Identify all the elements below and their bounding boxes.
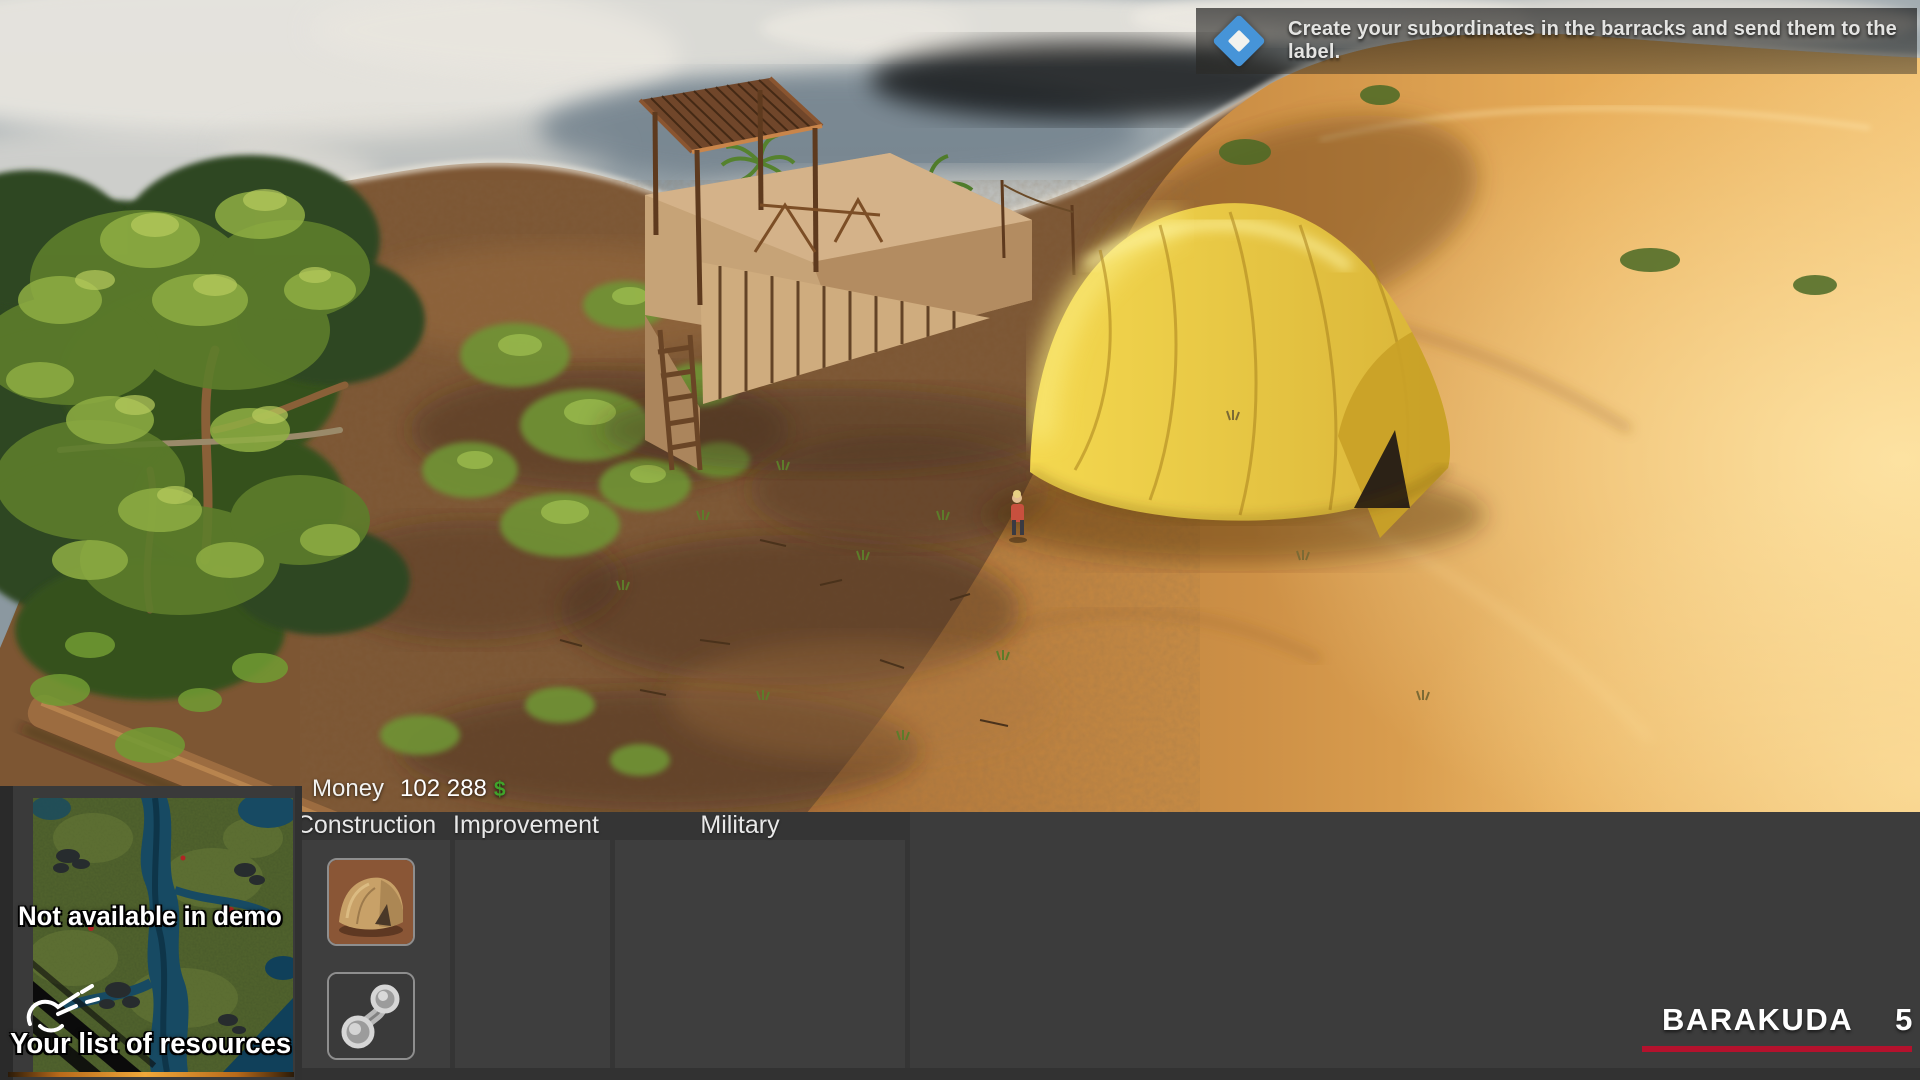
improvement-column bbox=[455, 840, 610, 1068]
minimap-divider bbox=[295, 786, 302, 1080]
tab-construction[interactable]: Construction bbox=[296, 811, 436, 839]
military-column bbox=[615, 840, 905, 1068]
tent-thumbnail-icon bbox=[329, 860, 413, 944]
title-underline bbox=[1642, 1046, 1912, 1052]
tab-military[interactable]: Military bbox=[700, 811, 779, 839]
minimap-demo-overlay-text: Not available in demo bbox=[18, 901, 282, 932]
game-title-label: BARAKUDA 5 bbox=[1662, 1002, 1914, 1038]
quest-banner: Create your subordinates in the barracks… bbox=[1196, 8, 1917, 74]
minimap-panel: Not available in demo Your list of resou… bbox=[0, 786, 302, 1080]
slot-tent-building[interactable] bbox=[327, 858, 415, 946]
minimap-caption: Your list of resources bbox=[10, 1028, 291, 1061]
game-screen: Create your subordinates in the barracks… bbox=[0, 0, 1920, 1080]
tab-improvement[interactable]: Improvement bbox=[453, 811, 599, 839]
brand-number: 5 bbox=[1895, 1002, 1914, 1038]
money-label: Money bbox=[312, 775, 384, 803]
minimap-footer-line bbox=[8, 1072, 294, 1077]
brand-name: BARAKUDA bbox=[1662, 1002, 1853, 1038]
steam-icon bbox=[329, 974, 413, 1058]
money-value: 102 288 bbox=[400, 775, 487, 803]
currency-icon: $ bbox=[494, 778, 506, 802]
money-indicator: Money 102 288 $ bbox=[312, 775, 506, 803]
quest-banner-text: Create your subordinates in the barracks… bbox=[1288, 18, 1917, 64]
slot-steam[interactable] bbox=[327, 972, 415, 1060]
quest-diamond-icon bbox=[1212, 14, 1266, 68]
